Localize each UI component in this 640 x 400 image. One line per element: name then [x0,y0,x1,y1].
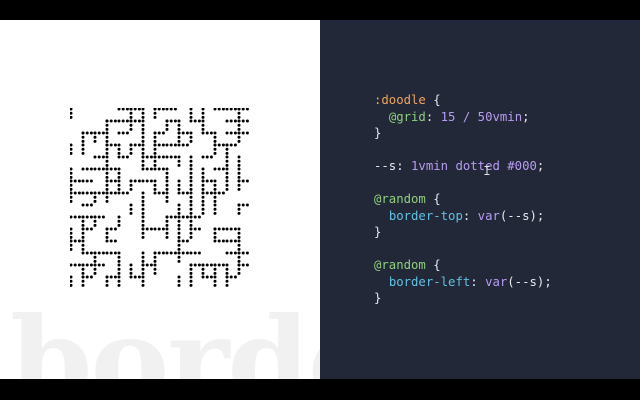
doodle-dot-grid [70,108,250,288]
code-line-1: :doodle { [374,93,441,107]
property-token: border-top [388,208,463,223]
code-line-9: border-left: var(--s); [388,274,552,289]
text-cursor-icon [484,166,490,175]
function-token: var [485,274,508,289]
code-line-4: --s: 1vmin dotted #000; [374,159,545,173]
function-token: var [477,208,500,223]
code-line-8: @random { [374,258,441,272]
code-line-7: } [374,225,382,239]
property-token: border-left [388,274,471,289]
code-block: :doodle { @grid: 15 / 50vmin; } --s: 1vm… [374,92,552,307]
watermark-text: border [10,291,320,380]
at-rule-token: @random [374,192,426,206]
selector-token: :doodle [374,93,426,107]
top-letterbox-bar [0,0,640,20]
at-rule-token: @random [374,258,426,272]
value-token: 1vmin dotted #000 [411,159,537,173]
preview-panel: border [0,20,320,379]
code-line-2: @grid: 15 / 50vmin; [388,109,530,124]
code-line-10: } [374,291,382,305]
value-token: 15 / 50vmin [440,109,523,124]
code-line-5: @random { [374,192,441,206]
code-line-3: } [374,126,382,140]
code-line-6: border-top: var(--s); [388,208,545,223]
at-rule-token: @grid [388,109,426,124]
bottom-letterbox-bar [0,379,640,400]
variable-token: --s [374,159,397,173]
code-panel: :doodle { @grid: 15 / 50vmin; } --s: 1vm… [320,20,640,379]
